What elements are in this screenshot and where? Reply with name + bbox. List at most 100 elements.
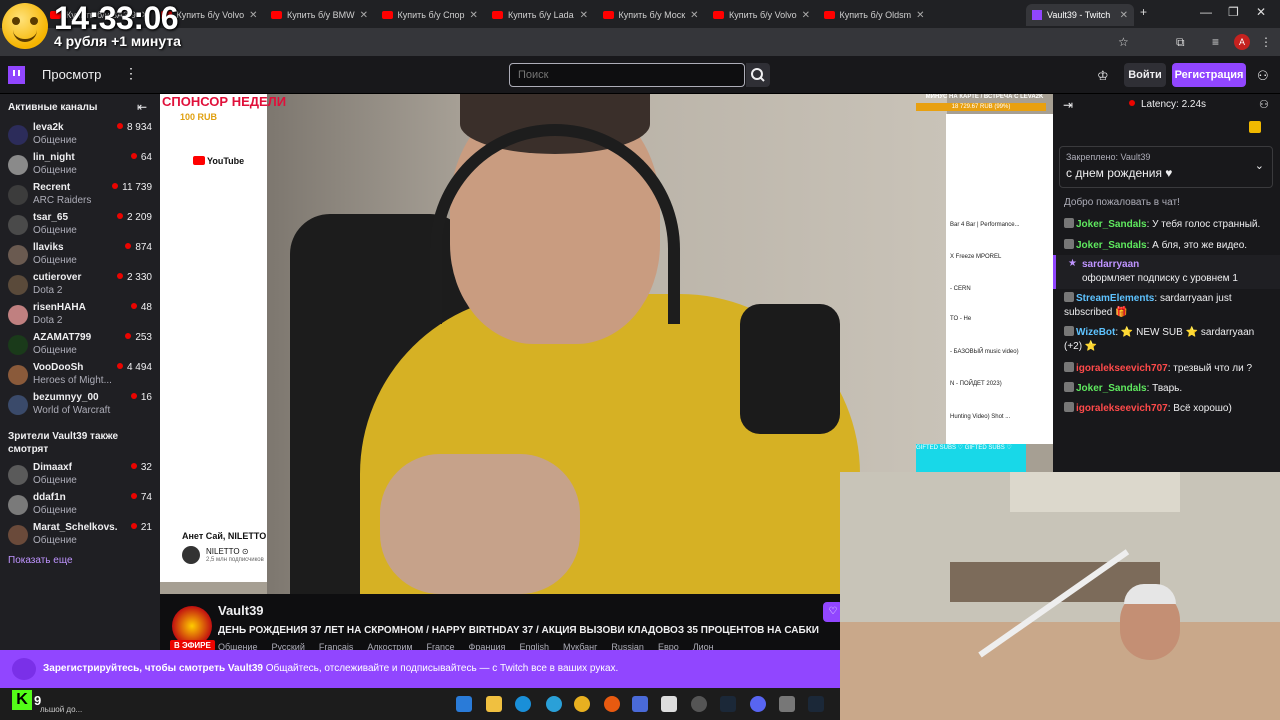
user-menu-icon[interactable]: ⚇ — [1257, 68, 1269, 84]
signup-banner[interactable]: Зарегистрируйтесь, чтобы смотреть Vault3… — [0, 650, 840, 688]
stream-tag[interactable]: Лион — [693, 642, 714, 650]
stream-tag[interactable]: Общение — [218, 642, 257, 650]
chart-app-icon[interactable] — [632, 696, 648, 712]
youtube-recommended-item[interactable]: X Freeze MPOREL — [950, 254, 1020, 260]
sidebar-channel[interactable]: VooDooSh Heroes of Might... 4 494 — [0, 360, 160, 390]
channel-avatar — [8, 245, 28, 265]
steam-icon-2[interactable] — [808, 696, 824, 712]
new-tab-button[interactable]: + — [1140, 5, 1147, 19]
streamer-name[interactable]: Vault39 — [218, 603, 264, 618]
app-icon[interactable] — [604, 696, 620, 712]
youtube-recommended-item[interactable]: Bar 4 Bar | Performance... — [950, 222, 1020, 228]
browse-link[interactable]: Просмотр — [42, 67, 101, 82]
sidebar-channel[interactable]: ddaf1n Общение 74 — [0, 490, 160, 520]
calculator-icon[interactable] — [779, 696, 795, 712]
viewer-count: 64 — [130, 152, 152, 163]
stream-tag[interactable]: Евро — [658, 642, 679, 650]
sidebar-channel[interactable]: Marat_Schelkovs... Общение 21 — [0, 520, 160, 550]
close-window-icon[interactable]: ✕ — [1256, 5, 1266, 19]
file-explorer-icon[interactable] — [486, 696, 502, 712]
close-tab-icon[interactable]: ✕ — [916, 10, 924, 21]
youtube-recommended-item[interactable]: - БАЗОВЫЙ music video) — [950, 349, 1020, 355]
minimize-icon[interactable]: — — [1200, 5, 1212, 19]
chat-username[interactable]: igoralekseevich707 — [1076, 403, 1168, 414]
stream-tag[interactable]: Алкострим — [367, 642, 412, 650]
edge-icon[interactable] — [515, 696, 531, 712]
media-icon[interactable]: ≡ — [1212, 35, 1219, 49]
discord-icon[interactable] — [750, 696, 766, 712]
collapse-chat-icon[interactable]: ⇥ — [1063, 98, 1073, 112]
pinned-message[interactable]: Закреплено: Vault39 с днем рождения ♥ ⌄ — [1059, 146, 1273, 188]
show-more-link[interactable]: Показать еще — [8, 555, 73, 566]
browser-tab[interactable]: Купить б/у BMW ✕ — [265, 4, 373, 26]
close-tab-icon[interactable]: ✕ — [360, 10, 368, 21]
youtube-recommended-item[interactable]: Hunting Video) Shot ... — [950, 414, 1020, 420]
browser-tab[interactable]: Купить б/у Lada ✕ — [486, 4, 594, 26]
close-tab-icon[interactable]: ✕ — [1120, 10, 1128, 21]
browser-tab[interactable]: Vault39 - Twitch ✕ — [1026, 4, 1134, 26]
close-tab-icon[interactable]: ✕ — [690, 10, 698, 21]
stream-tag[interactable]: Франция — [469, 642, 506, 650]
close-tab-icon[interactable]: ✕ — [470, 10, 478, 21]
steam-icon[interactable] — [720, 696, 736, 712]
signup-button[interactable]: Регистрация — [1172, 63, 1246, 87]
chat-username[interactable]: Joker_Sandals — [1076, 219, 1147, 230]
chrome-icon[interactable] — [574, 696, 590, 712]
subscriber-name[interactable]: sardarryaan — [1082, 259, 1139, 270]
close-tab-icon[interactable]: ✕ — [249, 10, 257, 21]
stream-tag[interactable]: English — [519, 642, 549, 650]
obs-icon[interactable] — [691, 696, 707, 712]
more-options-icon[interactable]: ⋮ — [124, 65, 138, 82]
collapse-sidebar-icon[interactable]: ⇤ — [137, 100, 147, 114]
chat-username[interactable]: Joker_Sandals — [1076, 240, 1147, 251]
sidebar-channel[interactable]: Dimaaxf Общение 32 — [0, 460, 160, 490]
menu-kebab-icon[interactable]: ⋮ — [1260, 35, 1272, 49]
sidebar-channel[interactable]: Recrent ARC Raiders 11 739 — [0, 180, 160, 210]
youtube-recommended-item[interactable]: N - ПОЙДЕТ 2023) — [950, 381, 1020, 387]
latency-indicator: Latency: 2.24s — [1129, 99, 1206, 110]
extensions-icon[interactable]: ⧉ — [1176, 35, 1185, 50]
sidebar-channel[interactable]: llaviks Общение 874 — [0, 240, 160, 270]
sidebar-channel[interactable]: bezumnyy_00 World of Warcraft 16 — [0, 390, 160, 420]
youtube-recommended-item[interactable]: - CERN — [950, 286, 1020, 292]
search-input[interactable] — [509, 63, 745, 87]
sidebar-channel[interactable]: leva2k Общение 8 934 — [0, 120, 160, 150]
youtube-favicon-icon — [492, 11, 503, 19]
profile-avatar[interactable]: A — [1234, 34, 1250, 50]
browser-tab[interactable]: Купить б/у Volvo ✕ — [707, 4, 815, 26]
chevron-down-icon[interactable]: ⌄ — [1255, 159, 1264, 172]
stream-tag[interactable]: Francais — [319, 642, 354, 650]
stream-tag[interactable]: France — [427, 642, 455, 650]
sidebar-channel[interactable]: risenHAHA Dota 2 48 — [0, 300, 160, 330]
gift-icon[interactable] — [1249, 121, 1261, 133]
close-tab-icon[interactable]: ✕ — [802, 10, 810, 21]
browser-tab[interactable]: Купить б/у Спор ✕ — [376, 4, 484, 26]
chat-username[interactable]: StreamElements — [1076, 293, 1154, 304]
stream-tag[interactable]: Русский — [271, 642, 304, 650]
maximize-icon[interactable]: ❐ — [1228, 5, 1239, 19]
twitch-logo-icon[interactable] — [8, 66, 25, 84]
bookmark-star-icon[interactable]: ☆ — [1118, 35, 1129, 49]
browser-tab[interactable]: Купить б/у Моск ✕ — [597, 4, 705, 26]
login-button[interactable]: Войти — [1124, 63, 1166, 87]
stream-tag[interactable]: Russian — [611, 642, 644, 650]
chat-users-icon[interactable]: ⚇ — [1259, 98, 1269, 111]
sidebar-channel[interactable]: AZAMAT799 Общение 253 — [0, 330, 160, 360]
address-bar[interactable]: ☆ ⧉ ≡ A ⋮ — [0, 28, 1280, 56]
chat-username[interactable]: WizeBot — [1076, 327, 1115, 338]
editor-icon[interactable] — [661, 696, 677, 712]
stream-tag[interactable]: Мукбанг — [563, 642, 597, 650]
kick-logo-icon[interactable]: K — [12, 690, 32, 710]
prime-crown-icon[interactable]: ♔ — [1097, 68, 1109, 84]
windows-start-icon[interactable] — [456, 696, 472, 712]
chat-username[interactable]: Joker_Sandals — [1076, 383, 1147, 394]
youtube-recommended-item[interactable]: TO - He — [950, 316, 1020, 322]
sidebar-channel[interactable]: cutierover Dota 2 2 330 — [0, 270, 160, 300]
sidebar-channel[interactable]: lin_night Общение 64 — [0, 150, 160, 180]
close-tab-icon[interactable]: ✕ — [580, 10, 588, 21]
browser-tab[interactable]: Купить б/у Oldsm ✕ — [818, 4, 926, 26]
search-button[interactable] — [746, 63, 770, 87]
chat-username[interactable]: igoralekseevich707 — [1076, 363, 1168, 374]
sidebar-channel[interactable]: tsar_65 Общение 2 209 — [0, 210, 160, 240]
telegram-icon[interactable] — [546, 696, 562, 712]
